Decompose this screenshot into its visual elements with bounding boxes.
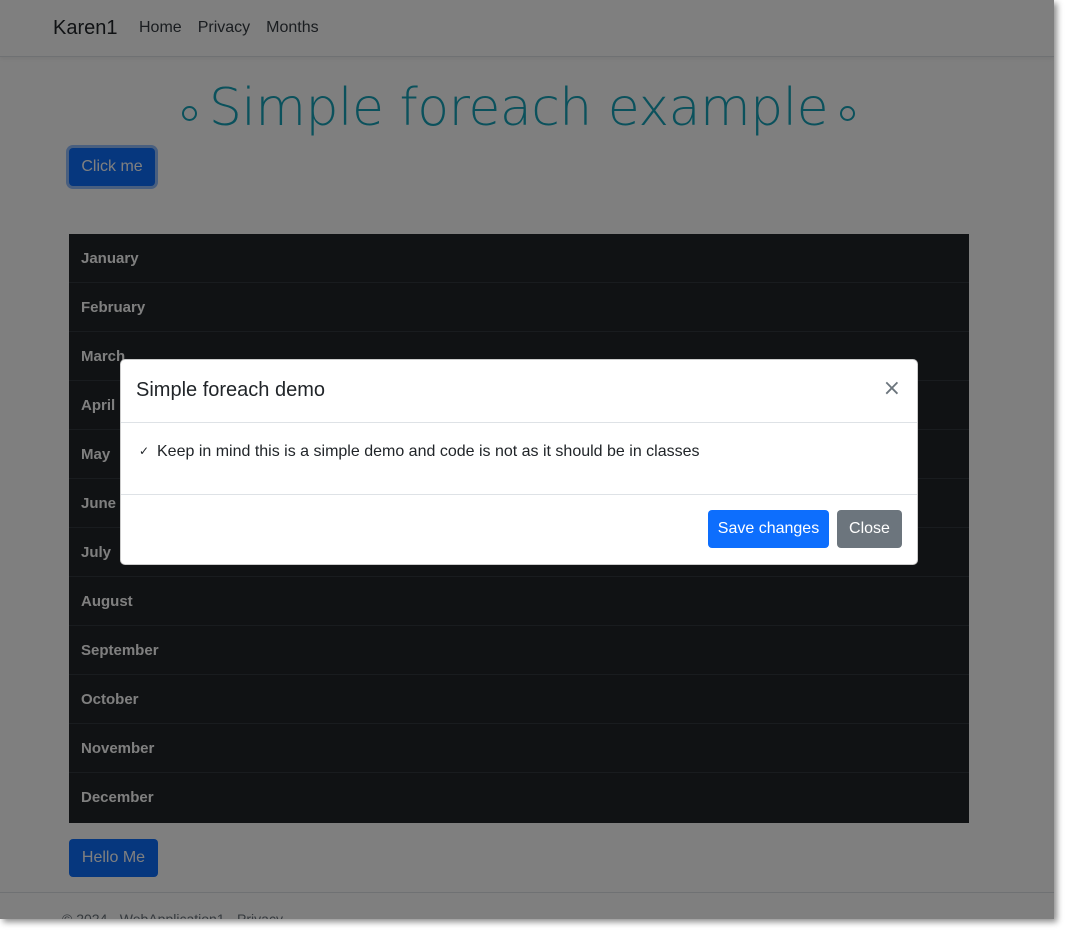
close-button[interactable]: Close: [837, 510, 902, 548]
check-icon: ✓: [139, 444, 150, 458]
close-icon[interactable]: ×: [883, 378, 901, 400]
save-changes-button[interactable]: Save changes: [708, 510, 829, 548]
modal-message: Keep in mind this is a simple demo and c…: [157, 443, 700, 460]
browser-viewport: Karen1 Home Privacy Months Simple foreac…: [0, 0, 1054, 919]
modal-dialog: Simple foreach demo × ✓ Keep in mind thi…: [120, 359, 918, 565]
modal-body: ✓ Keep in mind this is a simple demo and…: [121, 423, 917, 495]
modal-header: Simple foreach demo ×: [121, 360, 917, 423]
modal-title: Simple foreach demo: [136, 379, 325, 401]
modal-footer: Save changes Close: [121, 495, 917, 565]
